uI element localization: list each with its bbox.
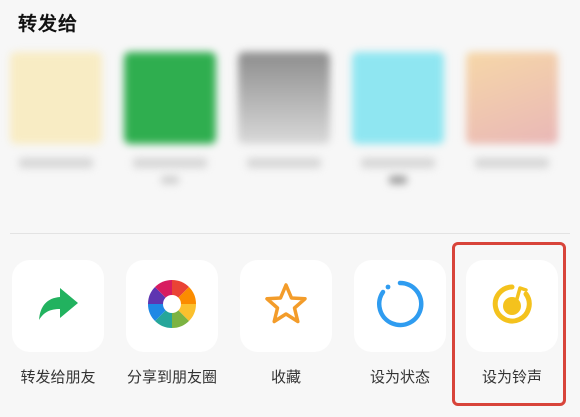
forward-arrow-icon <box>36 284 80 328</box>
action-share-to-moments[interactable]: 分享到朋友圈 <box>124 260 220 388</box>
action-label: 设为铃声 <box>481 368 542 386</box>
moments-aperture-icon <box>146 278 198 334</box>
action-forward-to-friend[interactable]: 转发给朋友 <box>10 260 106 388</box>
contact-item[interactable] <box>124 52 216 184</box>
share-sheet-title: 转发给 <box>18 13 79 35</box>
action-label: 设为状态 <box>369 368 430 386</box>
status-tile[interactable] <box>354 260 446 352</box>
section-divider <box>10 233 570 234</box>
moments-tile[interactable] <box>126 260 218 352</box>
action-label: 分享到朋友圈 <box>126 368 217 386</box>
contact-item[interactable] <box>466 52 558 168</box>
ringtone-tile[interactable] <box>466 260 558 352</box>
favorite-tile[interactable] <box>240 260 332 352</box>
forward-tile[interactable] <box>12 260 104 352</box>
action-set-ringtone[interactable]: 设为铃声 <box>464 260 560 388</box>
action-label: 收藏 <box>270 368 301 386</box>
contact-item[interactable] <box>238 52 330 168</box>
status-ring-icon <box>375 279 425 333</box>
contact-item[interactable] <box>10 52 102 168</box>
contact-item[interactable] <box>352 52 444 184</box>
ringtone-music-icon <box>488 280 536 332</box>
action-label: 转发给朋友 <box>20 368 96 386</box>
action-favorite[interactable]: 收藏 <box>238 260 334 388</box>
action-set-status[interactable]: 设为状态 <box>352 260 448 388</box>
recent-contacts-row <box>0 52 580 212</box>
star-icon <box>263 281 309 331</box>
